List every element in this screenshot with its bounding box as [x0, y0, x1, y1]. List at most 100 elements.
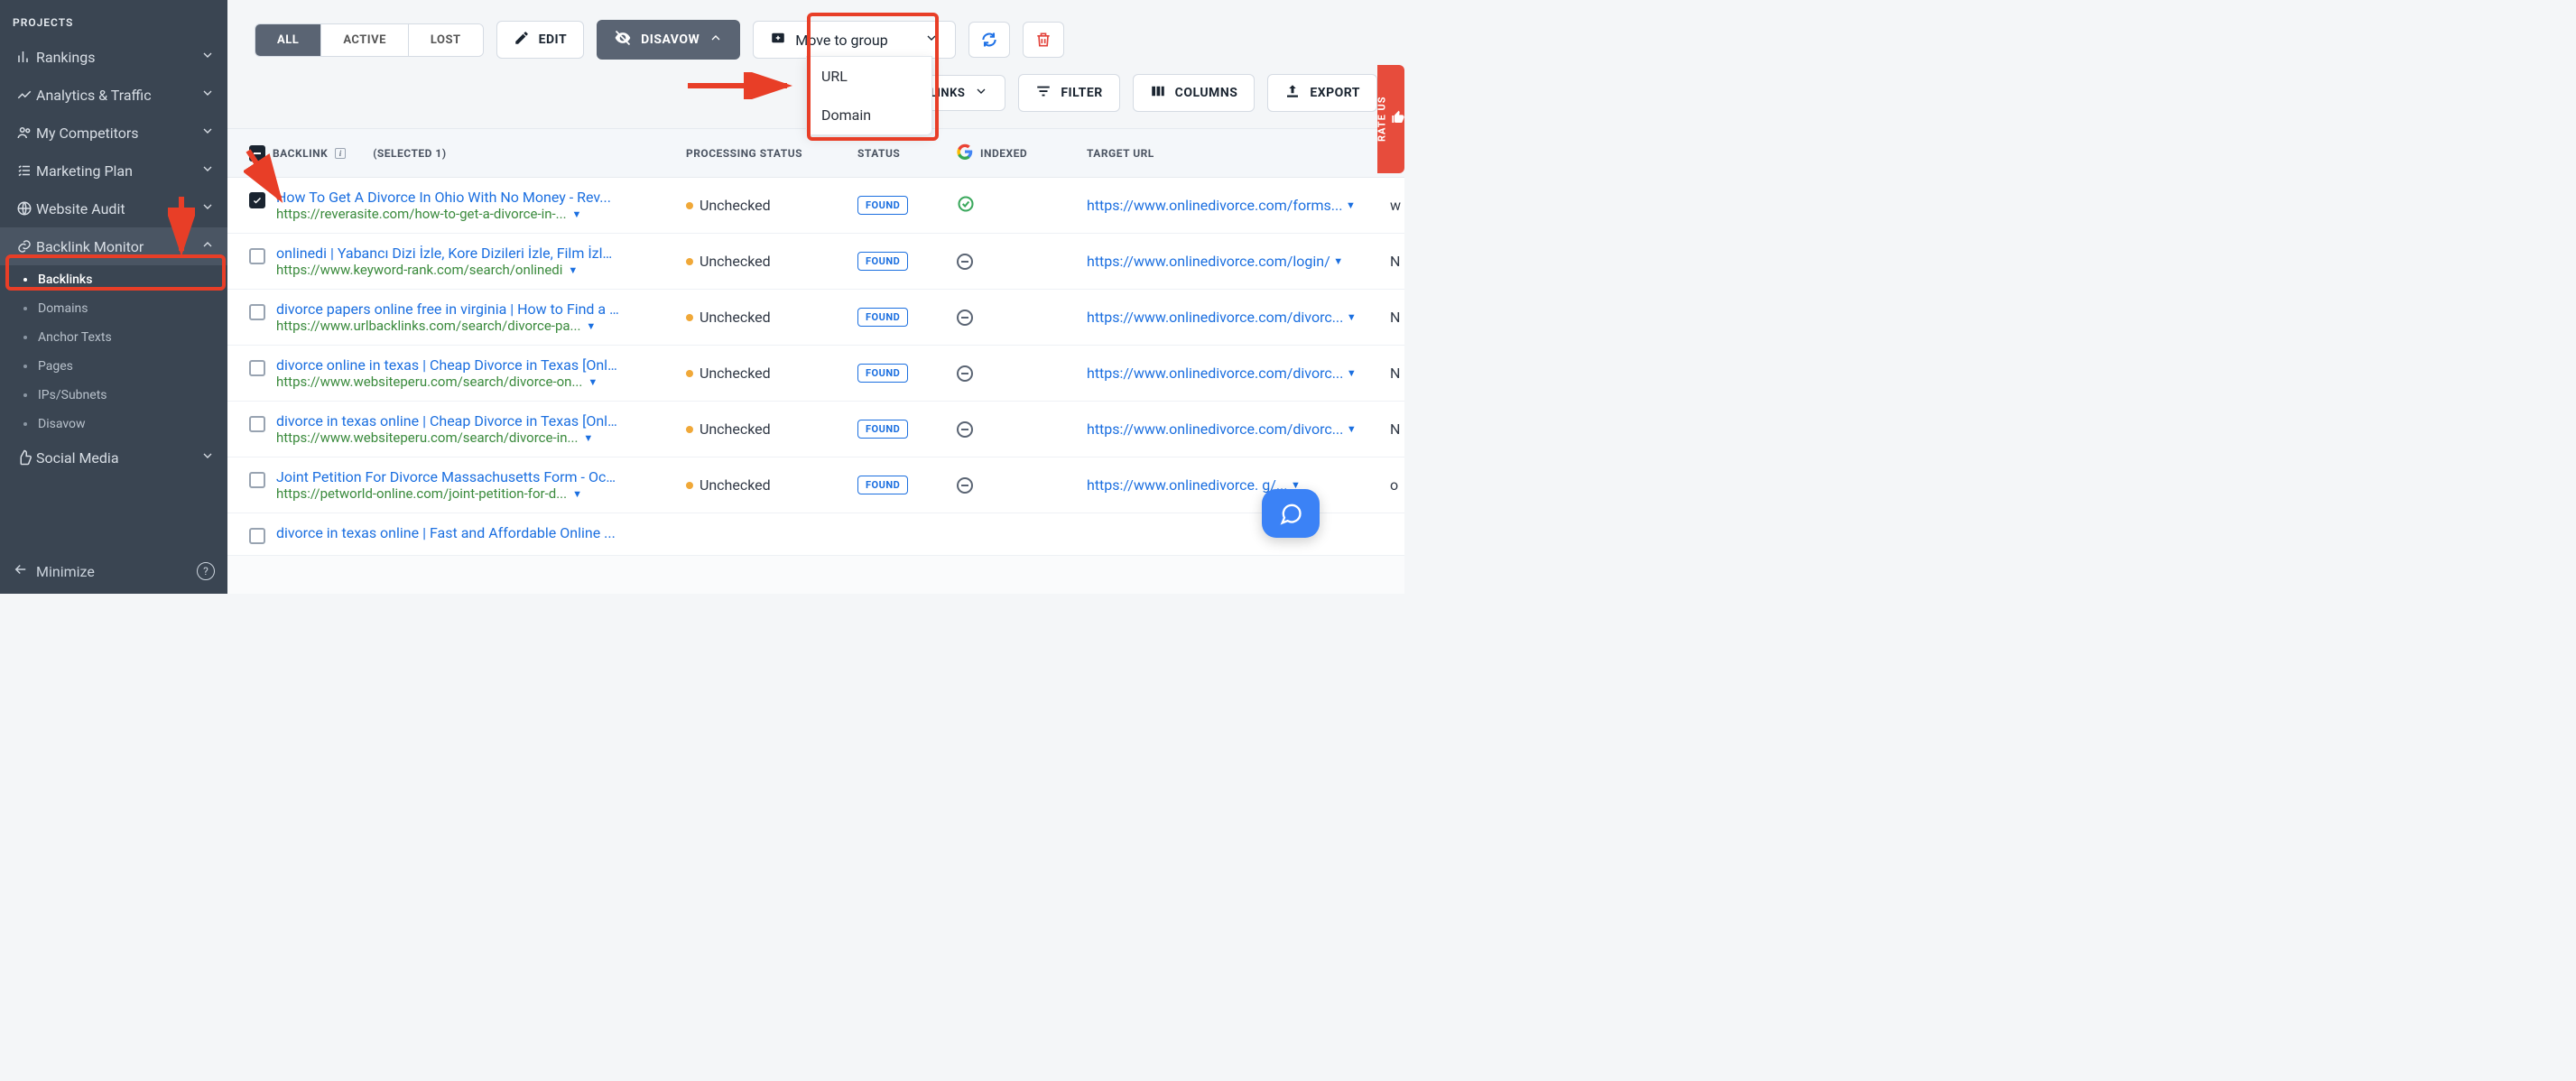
rate-us-label: RATE US	[1376, 97, 1388, 143]
sidebar-sub-label: Disavow	[38, 417, 86, 431]
columns-icon	[1150, 83, 1166, 103]
sidebar-item-rankings[interactable]: Rankings	[0, 38, 227, 76]
backlink-url[interactable]: https://reverasite.com/how-to-get-a-divo…	[276, 206, 567, 222]
disavow-button[interactable]: DISAVOW	[597, 20, 740, 60]
target-url-link[interactable]: https://www.onlinedivorce.com/divorc...	[1087, 309, 1343, 326]
filter-button[interactable]: FILTER	[1018, 74, 1119, 112]
chevron-down-icon[interactable]: ▼	[588, 376, 598, 388]
edit-button[interactable]: EDIT	[496, 21, 585, 59]
processing-status-text: Unchecked	[700, 420, 771, 438]
target-url-link[interactable]: https://www.onlinedivorce.com/divorc...	[1087, 420, 1343, 438]
row-checkbox[interactable]	[249, 248, 265, 264]
bar-chart-icon	[13, 49, 36, 65]
indexed-no-icon	[957, 477, 973, 494]
move-group-label: Move to group	[795, 32, 887, 49]
target-url-link[interactable]: https://www.onlinedivorce. g/...	[1087, 476, 1287, 494]
status-dot	[686, 482, 693, 489]
backlink-url[interactable]: https://www.websiteperu.com/search/divor…	[276, 374, 582, 390]
chevron-down-icon[interactable]: ▼	[568, 264, 578, 276]
backlink-title[interactable]: divorce online in texas | Cheap Divorce …	[276, 356, 619, 374]
backlink-title[interactable]: onlinedi | Yabancı Dizi İzle, Kore Dizil…	[276, 245, 619, 262]
google-icon	[957, 143, 973, 162]
help-icon[interactable]: ?	[197, 562, 215, 580]
row-checkbox[interactable]	[249, 360, 265, 376]
refresh-button[interactable]	[968, 22, 1010, 58]
globe-icon	[13, 200, 36, 217]
move-to-group-button[interactable]: Move to group	[753, 21, 955, 59]
target-url-link[interactable]: https://www.onlinedivorce.com/divorc...	[1087, 365, 1343, 382]
backlink-url[interactable]: https://www.keyword-rank.com/search/onli…	[276, 262, 562, 278]
row-checkbox[interactable]	[249, 304, 265, 320]
disavow-option-url[interactable]: URL	[807, 57, 931, 96]
sidebar-sub-pages[interactable]: Pages	[0, 352, 227, 381]
sidebar-sub-label: Backlinks	[38, 273, 92, 287]
chevron-down-icon[interactable]: ▼	[1347, 367, 1357, 379]
chevron-down-icon[interactable]: ▼	[572, 208, 582, 220]
sidebar-item-social-media[interactable]: Social Media	[0, 439, 227, 476]
rate-us-tab[interactable]: RATE US	[1377, 65, 1404, 173]
info-icon[interactable]: i	[335, 148, 346, 159]
backlink-title[interactable]: How To Get A Divorce In Ohio With No Mon…	[276, 189, 619, 206]
status-dot	[686, 426, 693, 433]
chevron-up-icon	[709, 31, 723, 49]
chevron-down-icon[interactable]: ▼	[1346, 199, 1356, 211]
backlink-title[interactable]: Joint Petition For Divorce Massachusetts…	[276, 468, 619, 485]
columns-button[interactable]: COLUMNS	[1133, 74, 1256, 112]
minimize-label: Minimize	[36, 563, 95, 580]
sidebar-minimize[interactable]: Minimize ?	[0, 549, 227, 594]
delete-button[interactable]	[1023, 22, 1064, 58]
backlink-title[interactable]: divorce in texas online | Fast and Affor…	[276, 524, 619, 541]
sidebar-item-marketing-plan[interactable]: Marketing Plan	[0, 152, 227, 189]
processing-status-text: Unchecked	[700, 197, 771, 214]
status-badge: FOUND	[857, 252, 908, 271]
backlink-url[interactable]: https://www.urlbacklinks.com/search/divo…	[276, 318, 580, 334]
indexed-check-icon	[957, 195, 975, 217]
chevron-down-icon[interactable]: ▼	[1347, 423, 1357, 435]
disavow-option-domain[interactable]: Domain	[807, 96, 931, 134]
indexed-no-icon	[957, 365, 973, 382]
indexed-no-icon	[957, 254, 973, 270]
segment-active[interactable]: ACTIVE	[321, 24, 409, 56]
sidebar-item-analytics[interactable]: Analytics & Traffic	[0, 76, 227, 114]
sidebar-item-label: Website Audit	[36, 200, 125, 217]
chevron-down-icon[interactable]: ▼	[572, 488, 582, 500]
main-content: ALL ACTIVE LOST EDIT DISAVOW Move to gro…	[227, 0, 1404, 594]
row-checkbox[interactable]	[249, 472, 265, 488]
chat-widget[interactable]	[1262, 489, 1320, 538]
backlink-url[interactable]: https://petworld-online.com/joint-petiti…	[276, 485, 567, 502]
chevron-down-icon[interactable]: ▼	[583, 432, 593, 444]
target-url-link[interactable]: https://www.onlinedivorce.com/forms...	[1087, 197, 1342, 214]
target-url-link[interactable]: https://www.onlinedivorce.com/login/	[1087, 253, 1330, 270]
sidebar-item-competitors[interactable]: My Competitors	[0, 114, 227, 152]
sidebar-sub-label: Pages	[38, 359, 73, 374]
sidebar-sub-disavow[interactable]: Disavow	[0, 410, 227, 439]
sidebar-sub-label: Anchor Texts	[38, 330, 112, 345]
backlink-url[interactable]: https://www.websiteperu.com/search/divor…	[276, 430, 578, 446]
sidebar-sub-domains[interactable]: Domains	[0, 294, 227, 323]
table-row: divorce in texas online | Cheap Divorce …	[227, 402, 1404, 457]
chevron-down-icon[interactable]: ▼	[586, 320, 596, 332]
segment-lost[interactable]: LOST	[409, 24, 483, 56]
sidebar-item-label: My Competitors	[36, 125, 139, 142]
row-checkbox[interactable]	[249, 416, 265, 432]
backlink-title[interactable]: divorce in texas online | Cheap Divorce …	[276, 412, 619, 430]
chevron-down-icon[interactable]: ▼	[1347, 311, 1357, 323]
sidebar-sub-anchor-texts[interactable]: Anchor Texts	[0, 323, 227, 352]
segment-all[interactable]: ALL	[255, 24, 321, 56]
status-badge: FOUND	[857, 476, 908, 494]
sidebar-sub-backlinks[interactable]: Backlinks	[0, 265, 227, 294]
sidebar-title: PROJECTS	[0, 0, 227, 38]
chevron-down-icon	[924, 31, 939, 49]
row-tail: N	[1377, 290, 1404, 345]
sidebar-item-label: Social Media	[36, 449, 119, 467]
backlink-title[interactable]: divorce papers online free in virginia |…	[276, 300, 619, 318]
table-row: divorce in texas online | Fast and Affor…	[227, 513, 1404, 556]
chevron-down-icon[interactable]: ▼	[1333, 255, 1343, 267]
row-checkbox[interactable]	[249, 528, 265, 544]
sidebar-sub-ips-subnets[interactable]: IPs/Subnets	[0, 381, 227, 410]
status-badge: FOUND	[857, 420, 908, 439]
export-button[interactable]: EXPORT	[1267, 74, 1377, 112]
filter-label: FILTER	[1061, 86, 1102, 100]
sidebar-sub-label: IPs/Subnets	[38, 388, 107, 402]
sidebar-item-label: Rankings	[36, 49, 95, 66]
